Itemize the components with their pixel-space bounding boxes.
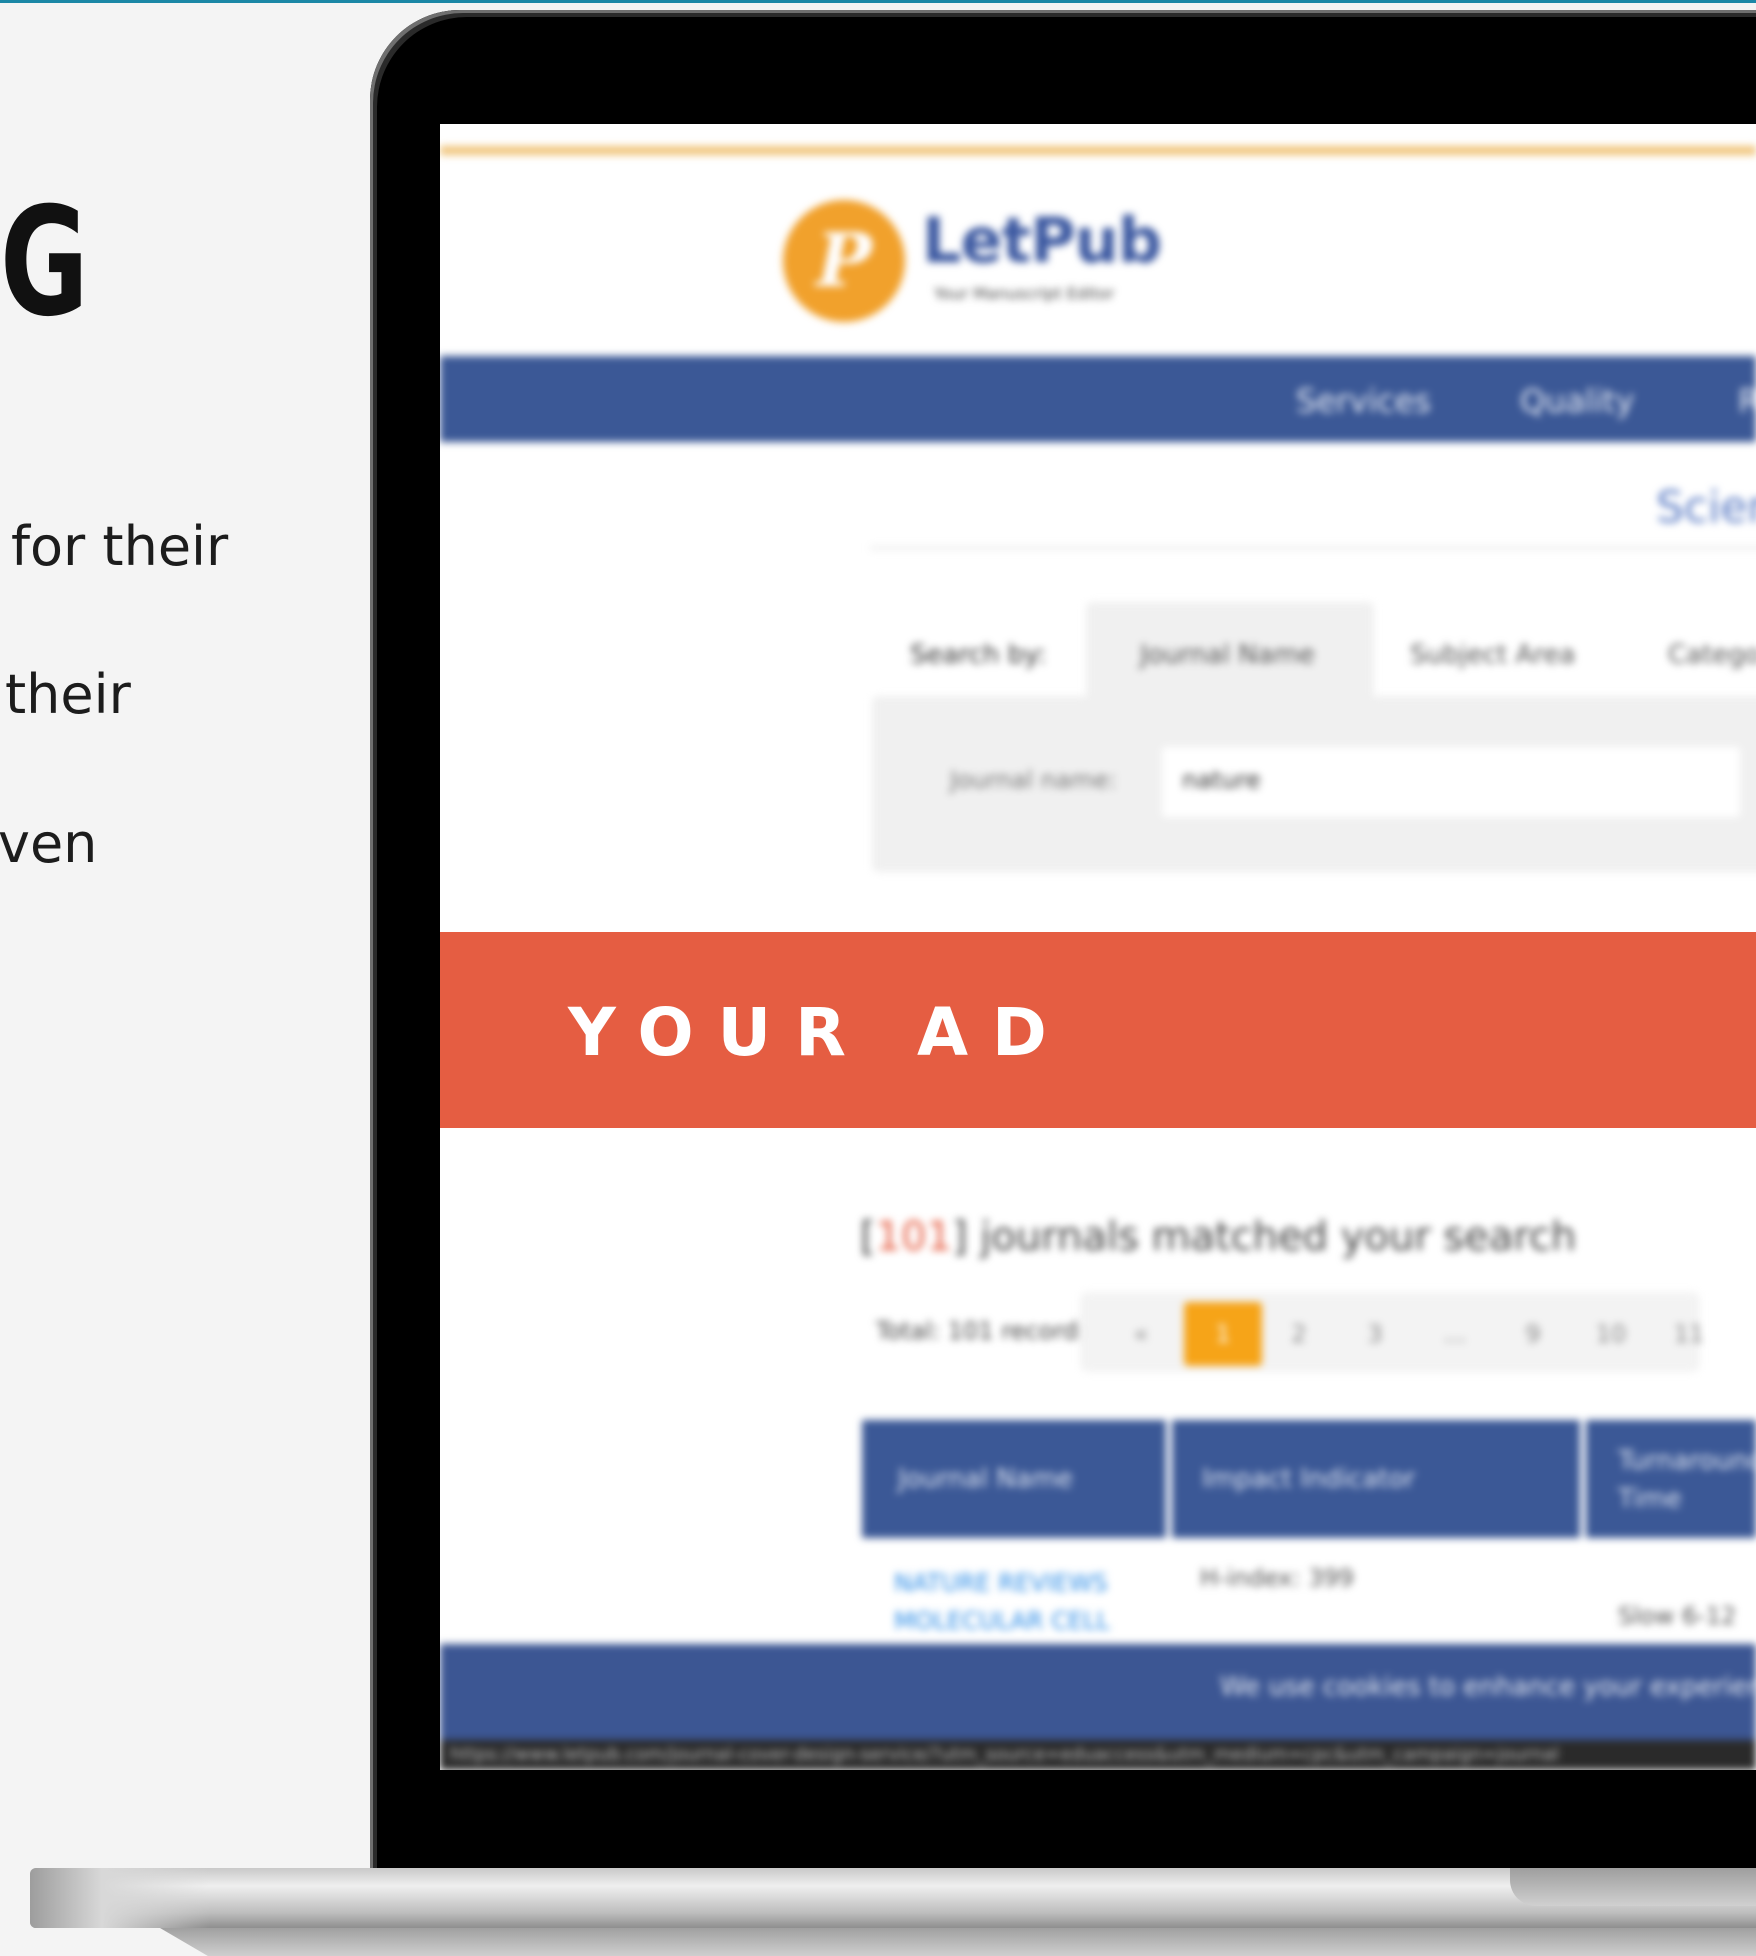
- page-button-10[interactable]: 10: [1572, 1302, 1650, 1366]
- nav-item-more[interactable]: R: [1738, 382, 1756, 420]
- section-divider: [870, 546, 1756, 550]
- hero-heading: G: [0, 176, 89, 350]
- page-prev-button[interactable]: «: [1102, 1302, 1180, 1366]
- tab-category[interactable]: Catego: [1668, 640, 1756, 670]
- journal-link[interactable]: NATURE REVIEWS MOLECULAR CELL: [894, 1564, 1144, 1640]
- journal-name-value[interactable]: nature: [1182, 766, 1261, 794]
- tab-subject-area[interactable]: Subject Area: [1410, 640, 1575, 670]
- page-title: Scien: [1656, 482, 1756, 533]
- laptop-base: [30, 1868, 1756, 1928]
- copy-line-3: ven: [0, 812, 98, 875]
- page-button-11[interactable]: 11: [1650, 1302, 1728, 1366]
- page-button-9[interactable]: 9: [1494, 1302, 1572, 1366]
- results-count-number: 101: [875, 1214, 952, 1260]
- journal-name-label: Journal name:: [950, 766, 1117, 794]
- top-accent-rule: [0, 0, 1756, 3]
- laptop-base-front: [160, 1928, 1756, 1956]
- total-records: Total: 101 records: [876, 1317, 1091, 1345]
- turnaround-value: Slow 6-12: [1618, 1602, 1737, 1630]
- nav-item-quality[interactable]: Quality: [1520, 382, 1634, 420]
- laptop-notch: [1510, 1868, 1756, 1906]
- logo-icon[interactable]: P: [783, 200, 905, 322]
- page-ellipsis: ...: [1443, 1320, 1467, 1348]
- header-accent-strip: [440, 146, 1756, 155]
- search-by-label: Search by:: [910, 640, 1047, 670]
- page-button-2[interactable]: 2: [1260, 1302, 1338, 1366]
- ad-label: YOUR AD: [568, 994, 1071, 1071]
- impact-value: H-index: 399: [1200, 1564, 1354, 1592]
- logo-name[interactable]: LetPub: [922, 204, 1162, 277]
- logo-tagline: Your Manuscript Editor: [934, 284, 1115, 303]
- results-count-prefix: [: [860, 1214, 876, 1260]
- page-button-3[interactable]: 3: [1336, 1302, 1414, 1366]
- laptop-screen: P LetPub Your Manuscript Editor Services…: [440, 124, 1756, 1770]
- col-journal-name[interactable]: Journal Name: [898, 1464, 1073, 1494]
- copy-line-2: their: [5, 663, 131, 726]
- col-impact-indicator[interactable]: Impact Indicator: [1202, 1464, 1415, 1494]
- status-url: https://www.letpub.com/journal-cover-des…: [450, 1744, 1560, 1765]
- cookie-text: We use cookies to enhance your experienc…: [1220, 1672, 1756, 1702]
- laptop-base-shade: [30, 1868, 210, 1928]
- results-count: [101] journals matched your search: [860, 1214, 1576, 1260]
- results-count-suffix: ] journals matched your search: [951, 1214, 1577, 1260]
- copy-line-1: for their: [11, 515, 229, 578]
- tab-journal-name[interactable]: Journal Name: [1140, 640, 1315, 670]
- nav-item-services[interactable]: Services: [1296, 382, 1431, 420]
- page-button-1[interactable]: 1: [1184, 1302, 1262, 1366]
- col-turnaround-time[interactable]: Turnaround Time: [1618, 1442, 1756, 1518]
